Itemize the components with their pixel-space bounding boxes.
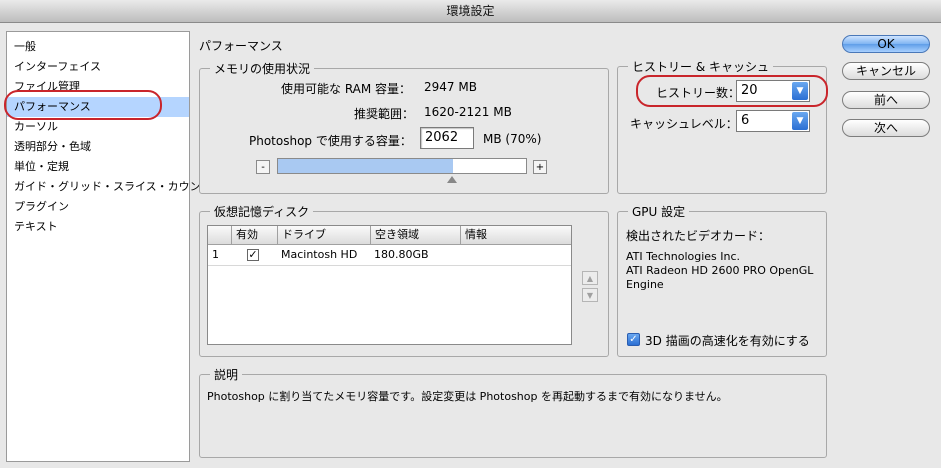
ideal-range-label: 推奨範囲： [354,107,415,121]
next-button[interactable]: 次へ [842,119,930,137]
sidebar-item-plugins[interactable]: プラグイン [7,197,189,217]
sidebar-item-interface[interactable]: インターフェイス [7,57,189,77]
cache-dropdown-icon[interactable]: ▼ [792,112,808,130]
info-value [460,245,464,265]
column-header-active[interactable]: 有効 [231,226,277,244]
memory-slider-thumb[interactable] [447,176,457,183]
window-title: 環境設定 [0,0,941,23]
ideal-range-value: 1620-2121 MB [424,105,512,119]
description-label: 説明 [210,366,243,383]
preferences-category-list[interactable]: 一般 インターフェイス ファイル管理 パフォーマンス カーソル 透明部分・色域 … [6,31,212,462]
scratch-table-header: 有効 ドライブ 空き領域 情報 [208,226,571,245]
detected-card-label: 検出されたビデオカード： [626,229,771,243]
sidebar-item-cursors[interactable]: カーソル [7,117,189,137]
drive-name: Macintosh HD [281,248,358,261]
cache-levels-field[interactable]: 6 ▼ [736,110,810,132]
active-checkbox[interactable]: ✓ [247,249,259,261]
available-ram-value: 2947 MB [424,80,477,94]
table-row[interactable]: 1 ✓ Macintosh HD 180.80GB [208,245,571,266]
memory-increase-button[interactable]: + [533,160,547,174]
sidebar-item-file-handling[interactable]: ファイル管理 [7,77,189,97]
cache-levels-value: 6 [741,113,750,128]
page-title: パフォーマンス [199,39,283,53]
gpu-model-suffix: Engine [626,278,664,291]
history-dropdown-icon[interactable]: ▼ [792,82,808,100]
available-ram-label: 使用可能な RAM 容量： [281,82,412,96]
sidebar-item-transparency-gamut[interactable]: 透明部分・色域 [7,137,189,157]
cache-levels-label: キャッシュレベル： [630,117,738,131]
column-header-free-space[interactable]: 空き領域 [370,226,460,244]
move-down-button[interactable]: ▼ [582,288,598,302]
free-space-value: 180.80GB [374,248,429,261]
history-states-value: 20 [741,83,758,98]
memory-usage-label: メモリの使用状況 [210,60,315,77]
enable-opengl-label[interactable]: 3D 描画の高速化を有効にする [645,332,810,349]
column-header-drive[interactable]: ドライブ [277,226,370,244]
ok-button[interactable]: OK [842,35,930,53]
gpu-model: ATI Radeon HD 2600 PRO OpenGL [626,264,814,277]
history-states-label: ヒストリー数： [656,86,741,100]
enable-opengl-checkbox[interactable]: ✓ [627,333,640,346]
sidebar-item-performance[interactable]: パフォーマンス [7,97,189,117]
sidebar-item-general[interactable]: 一般 [7,37,189,57]
column-header-index [208,226,231,244]
gpu-vendor: ATI Technologies Inc. [626,250,741,263]
memory-slider-fill [278,159,453,173]
description-text: Photoshop に割り当てたメモリ容量です。設定変更は Photoshop … [207,390,728,403]
scratch-disks-label: 仮想記憶ディスク [210,203,314,220]
gpu-settings-label: GPU 設定 [628,203,690,220]
prev-button[interactable]: 前へ [842,91,930,109]
move-up-button[interactable]: ▲ [582,271,598,285]
scratch-disks-table[interactable]: 有効 ドライブ 空き領域 情報 1 ✓ Macintosh HD 180.80G… [207,225,572,345]
memory-decrease-button[interactable]: - [256,160,270,174]
memory-slider[interactable] [277,158,527,174]
sidebar-item-units-rulers[interactable]: 単位・定規 [7,157,189,177]
history-cache-label: ヒストリー & キャッシュ [628,58,773,75]
history-states-field[interactable]: 20 ▼ [736,80,810,102]
cancel-button[interactable]: キャンセル [842,62,930,80]
sidebar-item-guides-grid-slices[interactable]: ガイド・グリッド・スライス・カウント [7,177,212,197]
row-index: 1 [212,248,219,261]
photoshop-use-label: Photoshop で使用する容量： [249,134,412,148]
sidebar-item-type[interactable]: テキスト [7,217,189,237]
description-group: 説明 [199,366,827,458]
memory-use-field[interactable]: 2062 [420,127,474,149]
memory-use-unit: MB (70%) [483,132,542,146]
column-header-info[interactable]: 情報 [460,226,571,244]
